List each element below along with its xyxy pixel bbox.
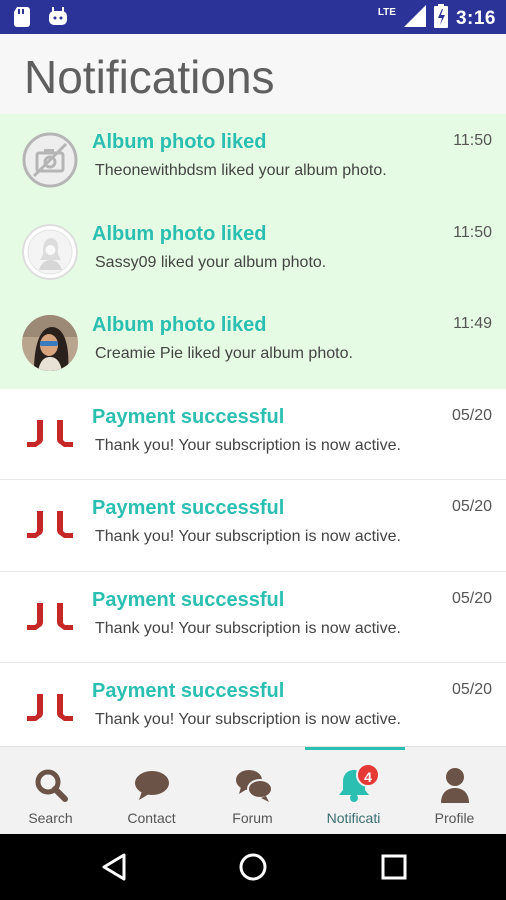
brand-logo-icon (26, 602, 74, 634)
nav-tab-label: Contact (127, 810, 176, 826)
nav-tab-forum[interactable]: Forum (202, 747, 303, 835)
nav-tab-label: Notificati (326, 810, 381, 826)
notification-time: 05/20 (451, 406, 492, 424)
notification-title: Payment successful (92, 497, 285, 519)
nav-tab-label: Profile (434, 810, 475, 826)
notification-body: Thank you! Your subscription is now acti… (95, 619, 401, 637)
nav-tab-label: Search (28, 810, 73, 826)
notification-body: Creamie Pie liked your album photo. (95, 345, 353, 362)
app-bar: Notifications (0, 34, 506, 114)
notification-time: 05/20 (451, 498, 492, 515)
clock: 3:16 (455, 7, 496, 29)
notification-item[interactable]: Album photo liked Sassy09 liked your alb… (0, 205, 506, 297)
bottom-navigation: Search Contact Forum 4 Notificati Profil… (0, 746, 506, 834)
nav-tab-contact[interactable]: Contact (101, 747, 202, 835)
notification-title: Album photo liked (92, 314, 267, 336)
notification-time: 11:50 (453, 223, 492, 241)
notification-body: Sassy09 liked your album photo. (95, 253, 327, 271)
page-title: Notifications (24, 51, 275, 103)
notification-item[interactable]: Payment successful Thank you! Your subsc… (0, 571, 506, 663)
person-icon (437, 767, 473, 803)
android-icon (48, 7, 68, 32)
notification-time: 05/20 (451, 681, 492, 698)
brand-logo-icon (26, 510, 74, 542)
notification-item[interactable]: Album photo liked Theonewithbdsm liked y… (0, 114, 506, 206)
notification-time: 11:49 (453, 315, 492, 332)
nav-tab-search[interactable]: Search (0, 747, 101, 835)
notification-item[interactable]: Payment successful Thank you! Your subsc… (0, 663, 506, 746)
notification-title: Payment successful (92, 405, 285, 428)
notification-body: Theonewithbdsm liked your album photo. (95, 162, 387, 179)
notification-title: Payment successful (92, 588, 285, 611)
notification-time: 11:50 (453, 132, 492, 149)
sd-card-icon (14, 7, 30, 32)
search-icon (33, 767, 69, 803)
brand-logo-icon (26, 693, 74, 725)
notification-list[interactable]: Album photo liked Theonewithbdsm liked y… (0, 114, 506, 746)
notification-body: Thank you! Your subscription is now acti… (95, 436, 401, 454)
notification-body: Thank you! Your subscription is now acti… (95, 528, 401, 545)
brand-logo-icon (26, 419, 74, 451)
notification-title: Album photo liked (92, 222, 267, 245)
notification-item[interactable]: Payment successful Thank you! Your subsc… (0, 480, 506, 572)
forum-icon (235, 767, 273, 803)
battery-charging-icon (433, 4, 448, 33)
notification-body: Thank you! Your subscription is now acti… (95, 711, 401, 728)
nav-tab-notifications[interactable]: 4 Notificati (303, 747, 404, 835)
notification-title: Payment successful (92, 680, 285, 702)
female-silhouette-icon (22, 223, 78, 280)
notification-item[interactable]: Payment successful Thank you! Your subsc… (0, 388, 506, 480)
notification-time: 05/20 (451, 589, 492, 607)
system-navigation-bar (0, 834, 506, 900)
signal-icon (403, 5, 426, 32)
status-bar: LTE 3:16 (0, 0, 506, 34)
nav-tab-profile[interactable]: Profile (404, 747, 505, 835)
nav-tab-label: Forum (232, 810, 273, 826)
notification-item[interactable]: Album photo liked Creamie Pie liked your… (0, 297, 506, 389)
chat-bubble-icon (134, 767, 170, 803)
network-type: LTE (377, 7, 396, 18)
notification-title: Album photo liked (92, 131, 267, 153)
no-photo-icon (22, 132, 78, 188)
user-photo (22, 315, 78, 371)
notification-count-badge: 4 (356, 763, 380, 787)
